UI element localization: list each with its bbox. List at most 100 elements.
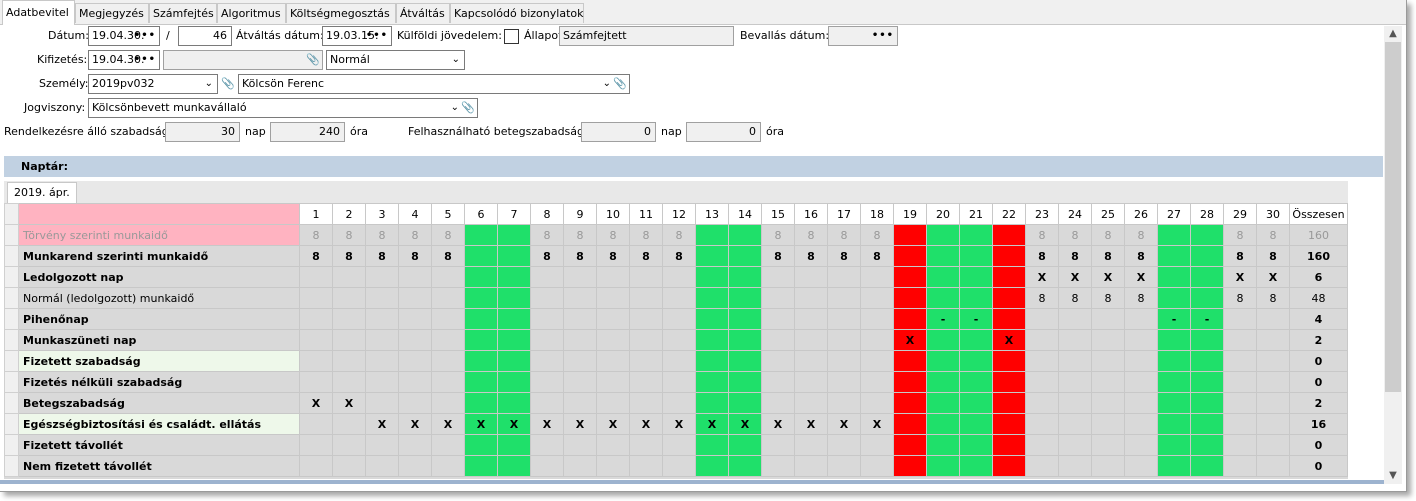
grid-cell[interactable] bbox=[662, 392, 696, 414]
grid-cell[interactable]: X bbox=[728, 413, 762, 435]
grid-cell[interactable]: 8 bbox=[596, 224, 630, 246]
day-header[interactable]: 10 bbox=[596, 203, 630, 225]
grid-cell[interactable] bbox=[860, 350, 894, 372]
grid-cell[interactable] bbox=[1124, 413, 1158, 435]
kifizetes-type-select[interactable]: Normál ⌄ bbox=[326, 50, 465, 70]
day-header[interactable]: 16 bbox=[794, 203, 828, 225]
grid-cell[interactable] bbox=[629, 329, 663, 351]
grid-cell[interactable] bbox=[563, 308, 597, 330]
grid-cell[interactable]: 8 bbox=[398, 245, 432, 267]
grid-cell[interactable]: 8 bbox=[563, 224, 597, 246]
day-header[interactable]: 23 bbox=[1025, 203, 1059, 225]
grid-cell[interactable] bbox=[827, 350, 861, 372]
grid-cell[interactable] bbox=[365, 329, 399, 351]
grid-cell[interactable] bbox=[596, 287, 630, 309]
grid-cell[interactable] bbox=[1025, 350, 1059, 372]
grid-cell[interactable]: X bbox=[860, 413, 894, 435]
tab-megjegyzés[interactable]: Megjegyzés bbox=[75, 3, 149, 23]
grid-cell[interactable] bbox=[332, 329, 366, 351]
grid-cell[interactable] bbox=[629, 371, 663, 393]
row-header[interactable] bbox=[4, 308, 19, 330]
grid-cell[interactable]: X bbox=[1223, 266, 1257, 288]
grid-cell[interactable] bbox=[860, 308, 894, 330]
grid-cell[interactable] bbox=[365, 455, 399, 477]
grid-cell[interactable]: 8 bbox=[1025, 287, 1059, 309]
grid-cell[interactable]: 8 bbox=[332, 224, 366, 246]
grid-cell[interactable] bbox=[299, 287, 333, 309]
grid-cell[interactable] bbox=[1157, 224, 1191, 246]
grid-cell[interactable]: 8 bbox=[530, 245, 564, 267]
grid-cell[interactable] bbox=[1157, 413, 1191, 435]
grid-cell[interactable] bbox=[629, 434, 663, 456]
grid-cell[interactable] bbox=[893, 266, 927, 288]
grid-cell[interactable] bbox=[728, 245, 762, 267]
grid-cell[interactable] bbox=[398, 455, 432, 477]
day-header[interactable]: 29 bbox=[1223, 203, 1257, 225]
grid-cell[interactable] bbox=[497, 455, 531, 477]
grid-cell[interactable] bbox=[431, 308, 465, 330]
grid-cell[interactable] bbox=[596, 308, 630, 330]
grid-cell[interactable]: X bbox=[530, 413, 564, 435]
grid-cell[interactable] bbox=[497, 371, 531, 393]
grid-cell[interactable] bbox=[728, 350, 762, 372]
grid-cell[interactable]: 8 bbox=[1058, 287, 1092, 309]
grid-cell[interactable] bbox=[794, 287, 828, 309]
grid-cell[interactable] bbox=[431, 287, 465, 309]
grid-cell[interactable] bbox=[629, 455, 663, 477]
grid-cell[interactable] bbox=[794, 329, 828, 351]
grid-cell[interactable] bbox=[893, 392, 927, 414]
grid-cell[interactable] bbox=[497, 434, 531, 456]
grid-cell[interactable] bbox=[464, 329, 498, 351]
grid-cell[interactable] bbox=[794, 266, 828, 288]
grid-cell[interactable] bbox=[299, 350, 333, 372]
kifizetes-field[interactable]: 19.04.30. ••• bbox=[88, 50, 160, 70]
day-header[interactable]: 25 bbox=[1091, 203, 1125, 225]
row-header[interactable] bbox=[4, 350, 19, 372]
grid-cell[interactable] bbox=[629, 392, 663, 414]
grid-cell[interactable] bbox=[563, 392, 597, 414]
grid-cell[interactable] bbox=[728, 434, 762, 456]
grid-cell[interactable] bbox=[728, 392, 762, 414]
grid-cell[interactable] bbox=[959, 434, 993, 456]
grid-cell[interactable] bbox=[992, 371, 1026, 393]
day-header[interactable]: 2 bbox=[332, 203, 366, 225]
grid-cell[interactable]: 8 bbox=[365, 245, 399, 267]
vertical-scrollbar[interactable]: ▲ ▼ bbox=[1384, 26, 1402, 484]
grid-cell[interactable] bbox=[959, 371, 993, 393]
grid-cell[interactable] bbox=[794, 308, 828, 330]
grid-cell[interactable]: 8 bbox=[365, 224, 399, 246]
grid-cell[interactable] bbox=[365, 392, 399, 414]
grid-cell[interactable]: X bbox=[695, 413, 729, 435]
grid-cell[interactable]: 8 bbox=[398, 224, 432, 246]
grid-cell[interactable] bbox=[827, 434, 861, 456]
month-tab[interactable]: 2019. ápr. bbox=[7, 182, 77, 204]
scroll-up-icon[interactable]: ▲ bbox=[1384, 26, 1402, 42]
grid-cell[interactable] bbox=[530, 371, 564, 393]
bevallas-datum-field[interactable]: ••• bbox=[828, 26, 898, 46]
grid-cell[interactable] bbox=[893, 245, 927, 267]
grid-cell[interactable] bbox=[497, 308, 531, 330]
grid-cell[interactable]: X bbox=[1025, 266, 1059, 288]
grid-cell[interactable] bbox=[299, 434, 333, 456]
grid-cell[interactable] bbox=[827, 308, 861, 330]
grid-cell[interactable] bbox=[662, 308, 696, 330]
grid-cell[interactable] bbox=[464, 245, 498, 267]
datum-number-field[interactable]: 46 bbox=[178, 26, 232, 46]
grid-cell[interactable] bbox=[926, 371, 960, 393]
grid-cell[interactable] bbox=[695, 371, 729, 393]
grid-cell[interactable]: X bbox=[1256, 266, 1290, 288]
grid-cell[interactable]: 8 bbox=[530, 224, 564, 246]
day-header[interactable]: 3 bbox=[365, 203, 399, 225]
grid-cell[interactable] bbox=[563, 287, 597, 309]
grid-cell[interactable] bbox=[992, 245, 1026, 267]
grid-cell[interactable] bbox=[365, 287, 399, 309]
grid-cell[interactable]: 8 bbox=[1091, 224, 1125, 246]
day-header[interactable]: 19 bbox=[893, 203, 927, 225]
kifizetes-extra-field[interactable]: 📎 bbox=[163, 50, 323, 70]
grid-cell[interactable] bbox=[1091, 455, 1125, 477]
grid-cell[interactable] bbox=[926, 392, 960, 414]
day-header[interactable]: 22 bbox=[992, 203, 1026, 225]
day-header[interactable]: 6 bbox=[464, 203, 498, 225]
day-header[interactable]: 9 bbox=[563, 203, 597, 225]
grid-cell[interactable]: X bbox=[629, 413, 663, 435]
